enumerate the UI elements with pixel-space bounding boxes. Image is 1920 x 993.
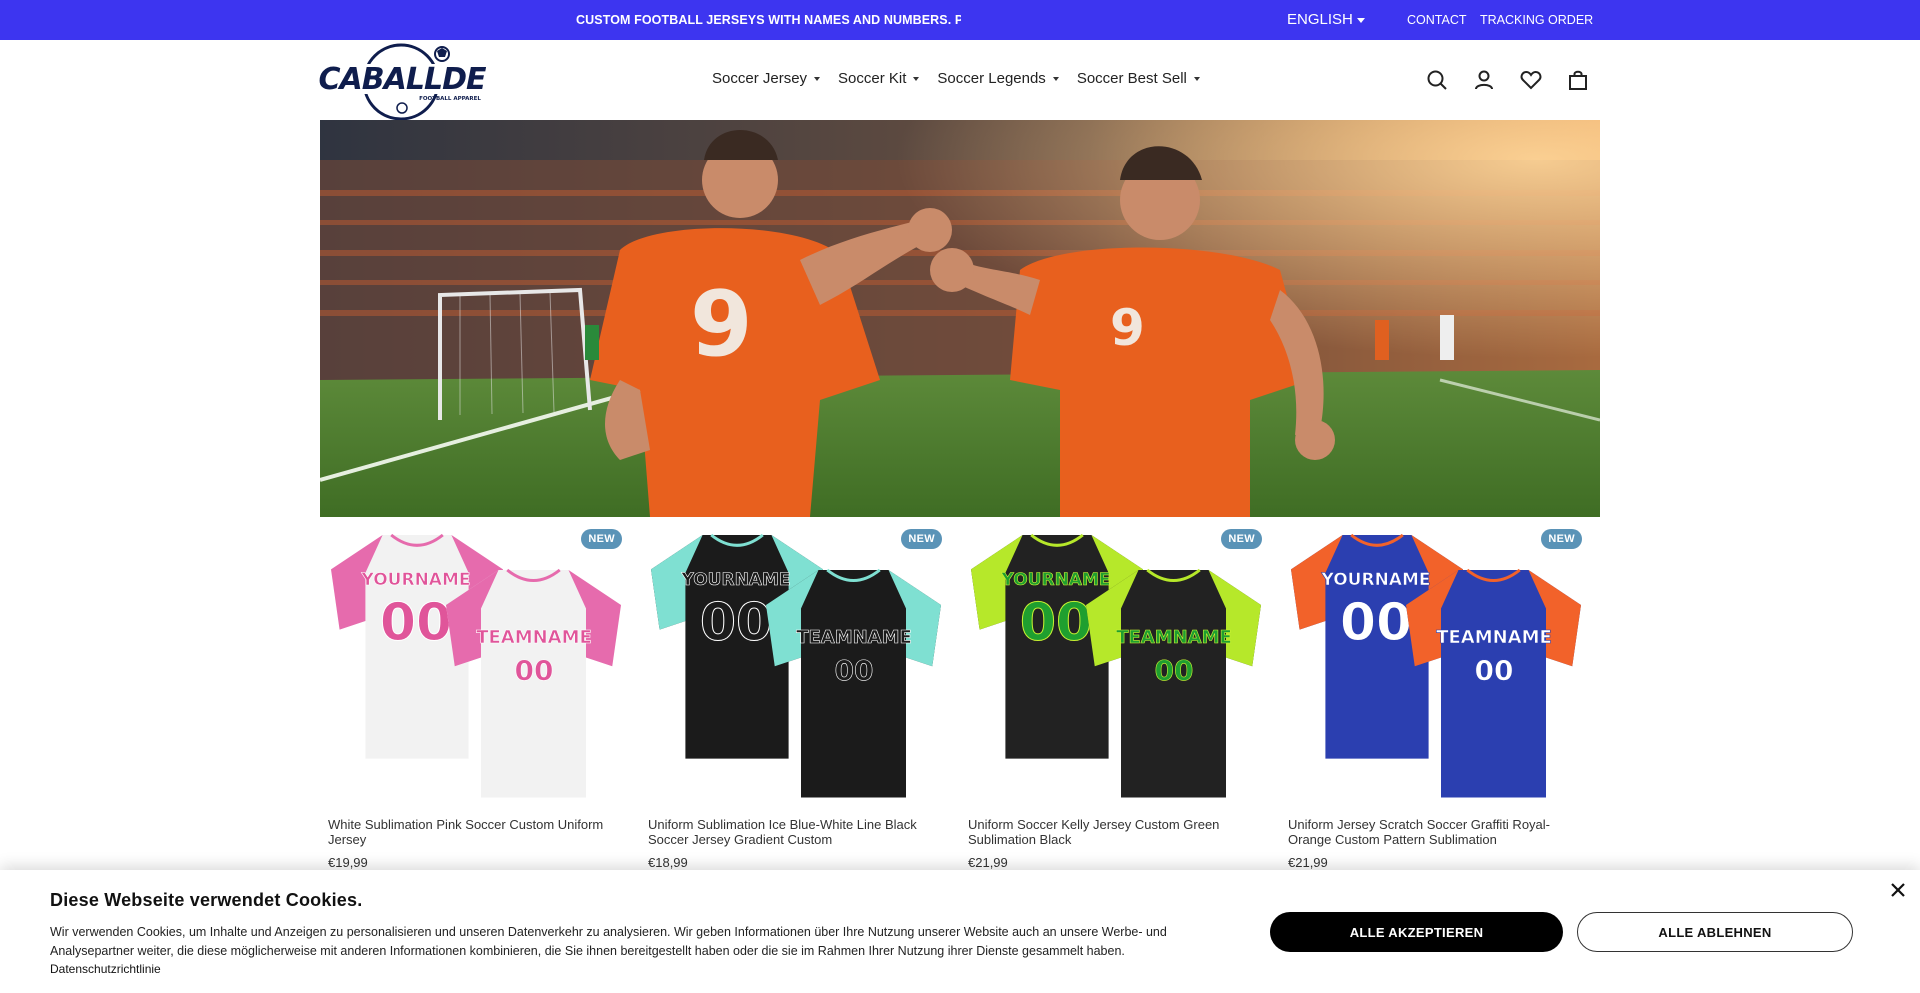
jersey-front-name: YOURNAME: [681, 570, 791, 590]
header-actions: [1425, 68, 1590, 92]
jersey-back-name: TEAMNAME: [1116, 627, 1232, 648]
product-title[interactable]: Uniform Jersey Scratch Soccer Graffiti R…: [1288, 817, 1578, 847]
chevron-down-icon: [1052, 76, 1059, 81]
jersey-front-name: YOURNAME: [1001, 570, 1111, 590]
search-icon[interactable]: [1425, 68, 1449, 92]
jersey-front-name: YOURNAME: [1321, 570, 1431, 590]
svg-text:FOOTBALL APPAREL: FOOTBALL APPAREL: [419, 96, 481, 102]
chevron-down-icon: [814, 76, 821, 81]
new-badge: NEW: [581, 529, 622, 549]
product-card[interactable]: YOURNAME 00 TEAMNAME 00 NEW Uniform Jersey …: [1280, 525, 1600, 870]
jersey-back-number: 00: [515, 654, 554, 687]
cookie-title: Diese Webseite verwendet Cookies.: [50, 890, 363, 910]
product-image[interactable]: YOURNAME 00 TEAMNAME 00 NEW: [646, 525, 946, 805]
language-label: ENGLISH: [1287, 11, 1353, 28]
product-price: €18,99: [648, 855, 688, 870]
product-title[interactable]: White Sublimation Pink Soccer Custom Uni…: [328, 817, 618, 847]
hero-jersey-number: 9: [690, 272, 753, 377]
account-icon[interactable]: [1472, 68, 1496, 92]
hero-jersey-number: 9: [1110, 299, 1145, 357]
contact-link[interactable]: CONTACT: [1407, 13, 1467, 27]
wishlist-heart-icon[interactable]: [1519, 68, 1543, 92]
product-card[interactable]: YOURNAME 00 TEAMNAME 00 NEW Uniform Sublima…: [640, 525, 960, 870]
tracking-order-link[interactable]: TRACKING ORDER: [1480, 13, 1593, 27]
new-badge: NEW: [1221, 529, 1262, 549]
main-nav: Soccer Jersey Soccer Kit Soccer Legends …: [712, 70, 1200, 87]
product-title[interactable]: Uniform Soccer Kelly Jersey Custom Green…: [968, 817, 1258, 847]
product-card[interactable]: YOURNAME 00 TEAMNAME 00 NEW White Sublimati…: [320, 525, 640, 870]
nav-label: Soccer Kit: [838, 70, 907, 87]
product-image[interactable]: YOURNAME 00 TEAMNAME 00 NEW: [1286, 525, 1586, 805]
cookie-banner: Diese Webseite verwendet Cookies. Wir ve…: [0, 870, 1920, 993]
nav-label: Soccer Best Sell: [1076, 70, 1187, 87]
close-icon[interactable]: [1888, 880, 1908, 900]
product-grid: YOURNAME 00 TEAMNAME 00 NEW White Sublimati…: [320, 525, 1600, 870]
privacy-policy-link[interactable]: Datenschutzrichtlinie: [50, 962, 161, 976]
jersey-back-name: TEAMNAME: [796, 627, 912, 648]
jersey-back-number: 00: [1475, 654, 1514, 687]
product-price: €21,99: [1288, 855, 1328, 870]
hero-banner[interactable]: 9 9: [320, 120, 1600, 517]
nav-label: Soccer Jersey: [712, 70, 808, 87]
new-badge: NEW: [1541, 529, 1582, 549]
product-card[interactable]: YOURNAME 00 TEAMNAME 00 NEW Uniform Soccer …: [960, 525, 1280, 870]
chevron-down-icon: [913, 76, 920, 81]
reject-all-button[interactable]: ALLE ABLEHNEN: [1577, 912, 1853, 952]
product-price: €19,99: [328, 855, 368, 870]
jersey-back: TEAMNAME 00: [446, 568, 621, 798]
jersey-front-number: 00: [1020, 593, 1092, 653]
brand-logo[interactable]: CABALLDE FOOTBALL APPAREL: [318, 42, 488, 122]
product-title[interactable]: Uniform Sublimation Ice Blue-White Line …: [648, 817, 938, 847]
announcement-text: CUSTOM FOOTBALL JERSEYS WITH NAMES AND N…: [576, 13, 961, 27]
jersey-back: TEAMNAME 00: [1086, 568, 1261, 798]
svg-text:CABALLDE: CABALLDE: [319, 62, 486, 97]
jersey-front-name: YOURNAME: [361, 570, 471, 590]
cart-bag-icon[interactable]: [1566, 68, 1590, 92]
chevron-down-icon: [1356, 18, 1365, 23]
jersey-back-number: 00: [1155, 654, 1194, 687]
jersey-front-number: 00: [700, 593, 772, 653]
nav-soccer-best-sell[interactable]: Soccer Best Sell: [1077, 70, 1200, 87]
new-badge: NEW: [901, 529, 942, 549]
product-image[interactable]: YOURNAME 00 TEAMNAME 00 NEW: [326, 525, 626, 805]
product-price: €21,99: [968, 855, 1008, 870]
chevron-down-icon: [1193, 76, 1200, 81]
accept-all-button[interactable]: ALLE AKZEPTIEREN: [1270, 912, 1563, 952]
nav-soccer-kit[interactable]: Soccer Kit: [838, 70, 920, 87]
jersey-front-number: 00: [380, 593, 452, 653]
nav-soccer-jersey[interactable]: Soccer Jersey: [712, 70, 821, 87]
nav-soccer-legends[interactable]: Soccer Legends: [937, 70, 1059, 87]
jersey-back: TEAMNAME 00: [1406, 568, 1581, 798]
jersey-back-number: 00: [835, 654, 874, 687]
product-image[interactable]: YOURNAME 00 TEAMNAME 00 NEW: [966, 525, 1266, 805]
language-selector[interactable]: ENGLISH: [1287, 11, 1365, 28]
jersey-back: TEAMNAME 00: [766, 568, 941, 798]
jersey-back-name: TEAMNAME: [476, 627, 592, 648]
cookie-text: Wir verwenden Cookies, um Inhalte und An…: [50, 925, 1167, 958]
jersey-front-number: 00: [1340, 593, 1412, 653]
nav-label: Soccer Legends: [937, 70, 1046, 87]
announcement-bar: CUSTOM FOOTBALL JERSEYS WITH NAMES AND N…: [0, 0, 1920, 40]
jersey-back-name: TEAMNAME: [1436, 627, 1552, 648]
